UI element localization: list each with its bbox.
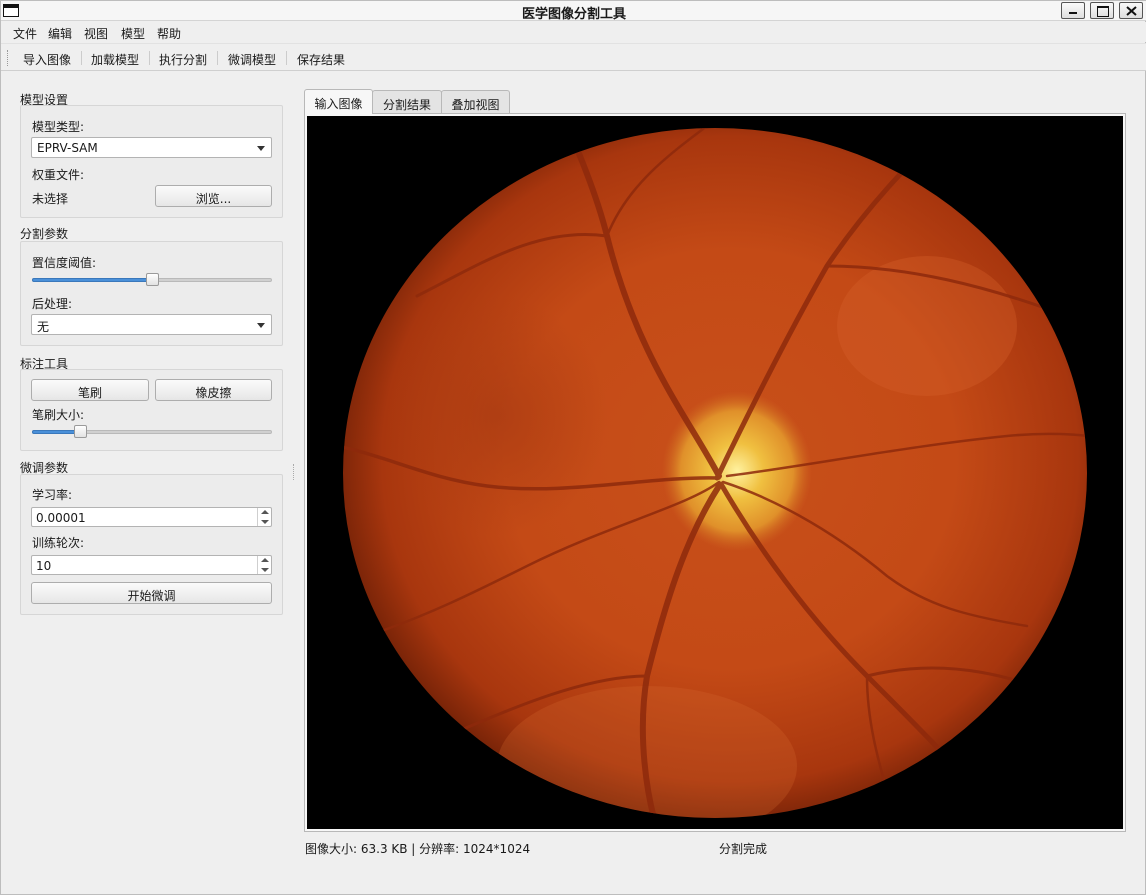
model-type-select[interactable]: EPRV-SAM <box>31 137 272 158</box>
eraser-button[interactable]: 橡皮擦 <box>155 379 272 401</box>
toolbar-grip[interactable] <box>7 50 10 66</box>
finetune-model-button[interactable]: 微调模型 <box>228 51 276 68</box>
panel-splitter[interactable] <box>293 464 295 480</box>
spin-arrows <box>257 556 271 574</box>
menu-edit[interactable]: 编辑 <box>48 25 72 42</box>
spin-down-icon[interactable] <box>261 520 269 524</box>
title-bar: 医学图像分割工具 <box>1 1 1146 22</box>
menu-bar: 文件 编辑 视图 模型 帮助 <box>1 22 1146 42</box>
tab-segmentation-result[interactable]: 分割结果 <box>372 90 442 113</box>
postprocess-value: 无 <box>37 320 50 334</box>
dropdown-arrow-icon <box>257 323 265 328</box>
window-title: 医学图像分割工具 <box>521 7 626 22</box>
brush-size-label: 笔刷大小: <box>32 408 85 422</box>
learning-rate-value: 0.00001 <box>36 511 86 525</box>
toolbar: 导入图像 加载模型 执行分割 微调模型 保存结果 <box>1 43 1146 71</box>
fundus-image-graphic <box>343 128 1087 818</box>
slider-handle[interactable] <box>74 425 87 438</box>
epochs-value: 10 <box>36 559 52 573</box>
learning-rate-label: 学习率: <box>32 488 73 502</box>
weight-file-label: 权重文件: <box>32 168 85 182</box>
status-message: 分割完成 <box>719 842 768 856</box>
tab-overlay-view[interactable]: 叠加视图 <box>441 90 510 113</box>
browse-button[interactable]: 浏览... <box>155 185 272 207</box>
close-button[interactable] <box>1119 2 1143 19</box>
start-finetune-button[interactable]: 开始微调 <box>31 582 272 604</box>
learning-rate-spinbox[interactable]: 0.00001 <box>31 507 272 527</box>
segmentation-params-title: 分割参数 <box>20 227 69 241</box>
menu-help[interactable]: 帮助 <box>157 25 181 42</box>
toolbar-separator <box>217 51 218 65</box>
spin-arrows <box>257 508 271 526</box>
spin-down-icon[interactable] <box>261 568 269 572</box>
model-type-label: 模型类型: <box>32 120 85 134</box>
minimize-button[interactable] <box>1061 2 1085 19</box>
postprocess-label: 后处理: <box>32 297 73 311</box>
maximize-button[interactable] <box>1090 2 1114 19</box>
weight-file-value: 未选择 <box>32 192 69 206</box>
spin-up-icon[interactable] <box>261 510 269 514</box>
menu-model[interactable]: 模型 <box>121 25 145 42</box>
slider-handle[interactable] <box>146 273 159 286</box>
epochs-spinbox[interactable]: 10 <box>31 555 272 575</box>
toolbar-separator <box>81 51 82 65</box>
brush-button[interactable]: 笔刷 <box>31 379 149 401</box>
toolbar-separator <box>286 51 287 65</box>
postprocess-select[interactable]: 无 <box>31 314 272 335</box>
fundus-image[interactable] <box>307 116 1123 829</box>
menu-file[interactable]: 文件 <box>13 25 37 42</box>
image-info-status: 图像大小: 63.3 KB | 分辨率: 1024*1024 <box>305 842 531 856</box>
confidence-label: 置信度阈值: <box>32 256 97 270</box>
spin-up-icon[interactable] <box>261 558 269 562</box>
slider-fill <box>32 430 80 434</box>
menu-view[interactable]: 视图 <box>84 25 108 42</box>
tab-content <box>304 113 1126 832</box>
slider-fill <box>32 278 152 282</box>
toolbar-separator <box>149 51 150 65</box>
dropdown-arrow-icon <box>257 146 265 151</box>
brush-size-slider[interactable] <box>32 424 272 440</box>
confidence-slider[interactable] <box>32 272 272 288</box>
import-image-button[interactable]: 导入图像 <box>23 51 71 68</box>
main-window: 医学图像分割工具 文件 编辑 视图 模型 帮助 导入图像 加载模型 执行分割 微… <box>0 0 1146 895</box>
tab-input-image[interactable]: 输入图像 <box>304 89 373 114</box>
save-result-button[interactable]: 保存结果 <box>297 51 345 68</box>
epochs-label: 训练轮次: <box>32 536 85 550</box>
model-type-value: EPRV-SAM <box>37 141 98 155</box>
close-icon <box>1126 6 1137 16</box>
load-model-button[interactable]: 加载模型 <box>91 51 139 68</box>
run-segmentation-button[interactable]: 执行分割 <box>159 51 207 68</box>
